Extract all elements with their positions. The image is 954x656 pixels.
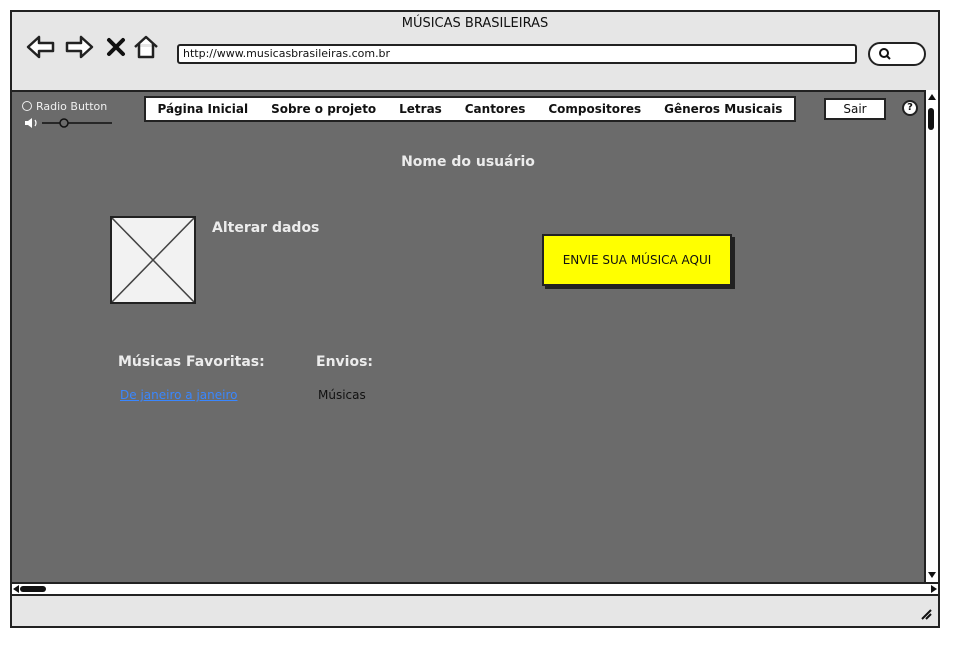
image-placeholder-icon xyxy=(111,217,195,303)
scroll-down-arrow-icon[interactable] xyxy=(927,570,937,580)
browser-window: MÚSICAS BRASILEIRAS http://www.musicasbr… xyxy=(10,10,940,628)
address-bar[interactable]: http://www.musicasbrasileiras.com.br xyxy=(177,44,857,64)
menu-item-letras[interactable]: Letras xyxy=(399,102,442,116)
home-icon[interactable] xyxy=(132,34,160,60)
status-bar xyxy=(12,596,938,626)
back-arrow-icon[interactable] xyxy=(26,34,56,60)
username-heading: Nome do usuário xyxy=(401,154,535,170)
avatar-image-placeholder xyxy=(110,216,196,304)
search-icon xyxy=(879,48,891,60)
radio-button[interactable]: Radio Button xyxy=(22,100,107,113)
forward-arrow-icon[interactable] xyxy=(64,34,94,60)
help-icon[interactable]: ? xyxy=(902,100,918,116)
uploads-heading: Envios: xyxy=(316,354,374,370)
radio-label: Radio Button xyxy=(36,100,108,113)
window-title: MÚSICAS BRASILEIRAS xyxy=(401,16,549,31)
vertical-scroll-thumb[interactable] xyxy=(928,108,934,130)
title-bar: MÚSICAS BRASILEIRAS http://www.musicasbr… xyxy=(12,12,938,90)
stop-x-icon[interactable] xyxy=(106,37,126,57)
main-menu: Página Inicial Sobre o projeto Letras Ca… xyxy=(144,96,796,122)
resize-grip-icon[interactable] xyxy=(918,606,932,620)
horizontal-scroll-thumb[interactable] xyxy=(20,586,46,592)
favorite-song-link[interactable]: De janeiro a janeiro xyxy=(120,388,237,402)
scroll-up-arrow-icon[interactable] xyxy=(927,92,937,102)
favorites-heading: Músicas Favoritas: xyxy=(118,354,265,370)
volume-slider[interactable] xyxy=(24,116,114,130)
scroll-right-arrow-icon[interactable] xyxy=(930,584,938,594)
menu-item-generos-musicais[interactable]: Gêneros Musicais xyxy=(664,102,782,116)
uploads-item: Músicas xyxy=(318,388,366,402)
edit-profile-link[interactable]: Alterar dados xyxy=(212,220,319,236)
menu-item-sobre-o-projeto[interactable]: Sobre o projeto xyxy=(271,102,376,116)
menu-item-compositores[interactable]: Compositores xyxy=(548,102,641,116)
page-content: Radio Button Página Inicial Sobre o proj… xyxy=(12,90,924,582)
menu-item-pagina-inicial[interactable]: Página Inicial xyxy=(157,102,248,116)
radio-circle-icon xyxy=(22,101,32,111)
scroll-left-arrow-icon[interactable] xyxy=(12,584,20,594)
horizontal-scrollbar[interactable] xyxy=(12,582,938,596)
send-music-button[interactable]: ENVIE SUA MÚSICA AQUI xyxy=(542,234,732,286)
vertical-scrollbar[interactable] xyxy=(924,90,938,582)
logout-button[interactable]: Sair xyxy=(824,98,886,120)
search-field[interactable] xyxy=(868,42,926,66)
menu-item-cantores[interactable]: Cantores xyxy=(465,102,526,116)
